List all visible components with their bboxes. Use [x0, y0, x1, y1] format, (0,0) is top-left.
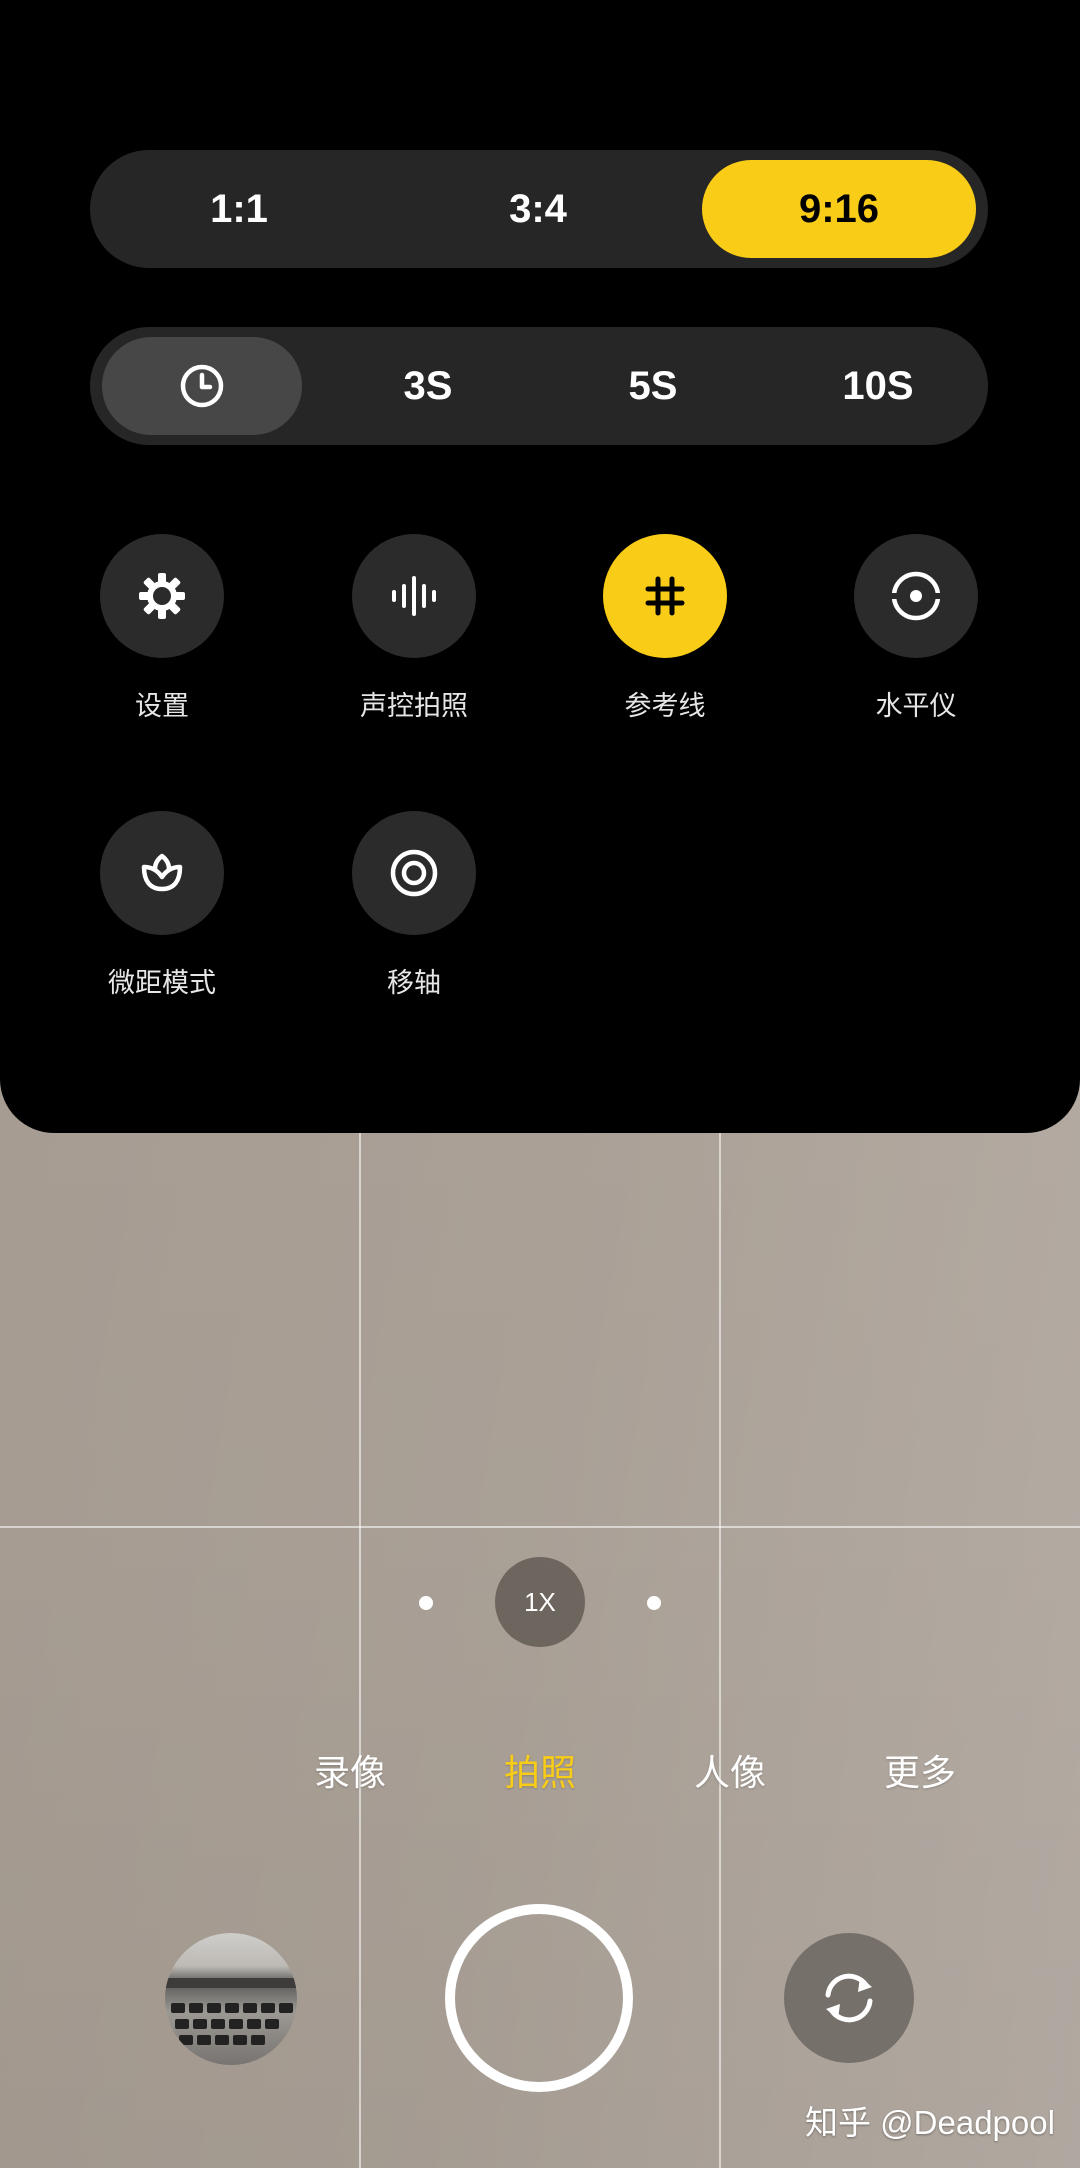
flower-icon — [141, 853, 183, 892]
settings-icon-wrap — [100, 534, 224, 658]
gallery-thumbnail[interactable] — [165, 1933, 297, 2065]
shutter-button[interactable] — [445, 1904, 633, 2092]
aspect-1-1-option[interactable]: 1:1 — [102, 160, 376, 258]
level-icon — [891, 571, 941, 621]
voice-shutter-icon-wrap — [352, 534, 476, 658]
macro-mode-button[interactable]: 微距模式 — [62, 811, 262, 1000]
soundwave-icon — [392, 576, 436, 616]
gridlines-button[interactable]: 参考线 — [565, 534, 765, 723]
voice-shutter-label: 声控拍照 — [360, 691, 468, 721]
zoom-level-dot[interactable] — [647, 1596, 661, 1610]
watermark-text: 知乎 @Deadpool — [805, 2104, 1055, 2141]
settings-button[interactable]: 设置 — [62, 534, 262, 723]
switch-camera-icon — [825, 1973, 873, 2023]
voice-shutter-button[interactable]: 声控拍照 — [314, 534, 514, 723]
gridlines-label: 参考线 — [624, 691, 706, 721]
tilt-shift-button[interactable]: 移轴 — [314, 811, 514, 1000]
tilt-shift-label: 移轴 — [387, 968, 441, 998]
gridlines-icon-wrap — [603, 534, 727, 658]
zoom-level-dot[interactable] — [419, 1596, 433, 1610]
timer-3s-option[interactable]: 3S — [328, 337, 528, 435]
zoom-button[interactable]: 1X — [495, 1557, 585, 1647]
keyboard-photo-thumbnail — [165, 1978, 297, 2045]
level-button[interactable]: 水平仪 — [816, 534, 1016, 723]
settings-label: 设置 — [135, 691, 189, 721]
gear-icon — [139, 573, 185, 619]
tilt-shift-icon — [390, 849, 438, 897]
switch-camera-button[interactable] — [784, 1933, 914, 2063]
macro-mode-label: 微距模式 — [108, 968, 216, 998]
level-label: 水平仪 — [875, 691, 957, 721]
mode-portrait[interactable]: 人像 — [694, 1744, 766, 1796]
camera-settings-panel: 1:1 3:4 9:16 3S 5S 10S 设置 声控拍照 参考线 水平仪 微… — [0, 0, 1080, 1133]
aspect-3-4-option[interactable]: 3:4 — [401, 160, 675, 258]
tilt-shift-icon-wrap — [352, 811, 476, 935]
clock-icon — [180, 364, 224, 408]
mode-video[interactable]: 录像 — [314, 1744, 386, 1796]
aspect-9-16-option[interactable]: 9:16 — [702, 160, 976, 258]
grid-icon — [645, 576, 685, 616]
timer-selector: 3S 5S 10S — [90, 327, 988, 445]
level-icon-wrap — [854, 534, 978, 658]
aspect-ratio-selector: 1:1 3:4 9:16 — [90, 150, 988, 268]
macro-icon-wrap — [100, 811, 224, 935]
timer-10s-option[interactable]: 10S — [778, 337, 978, 435]
grid-line — [0, 1526, 1080, 1528]
mode-photo[interactable]: 拍照 — [504, 1744, 576, 1796]
timer-off-option[interactable] — [102, 337, 302, 435]
timer-5s-option[interactable]: 5S — [553, 337, 753, 435]
mode-more[interactable]: 更多 — [884, 1744, 956, 1796]
